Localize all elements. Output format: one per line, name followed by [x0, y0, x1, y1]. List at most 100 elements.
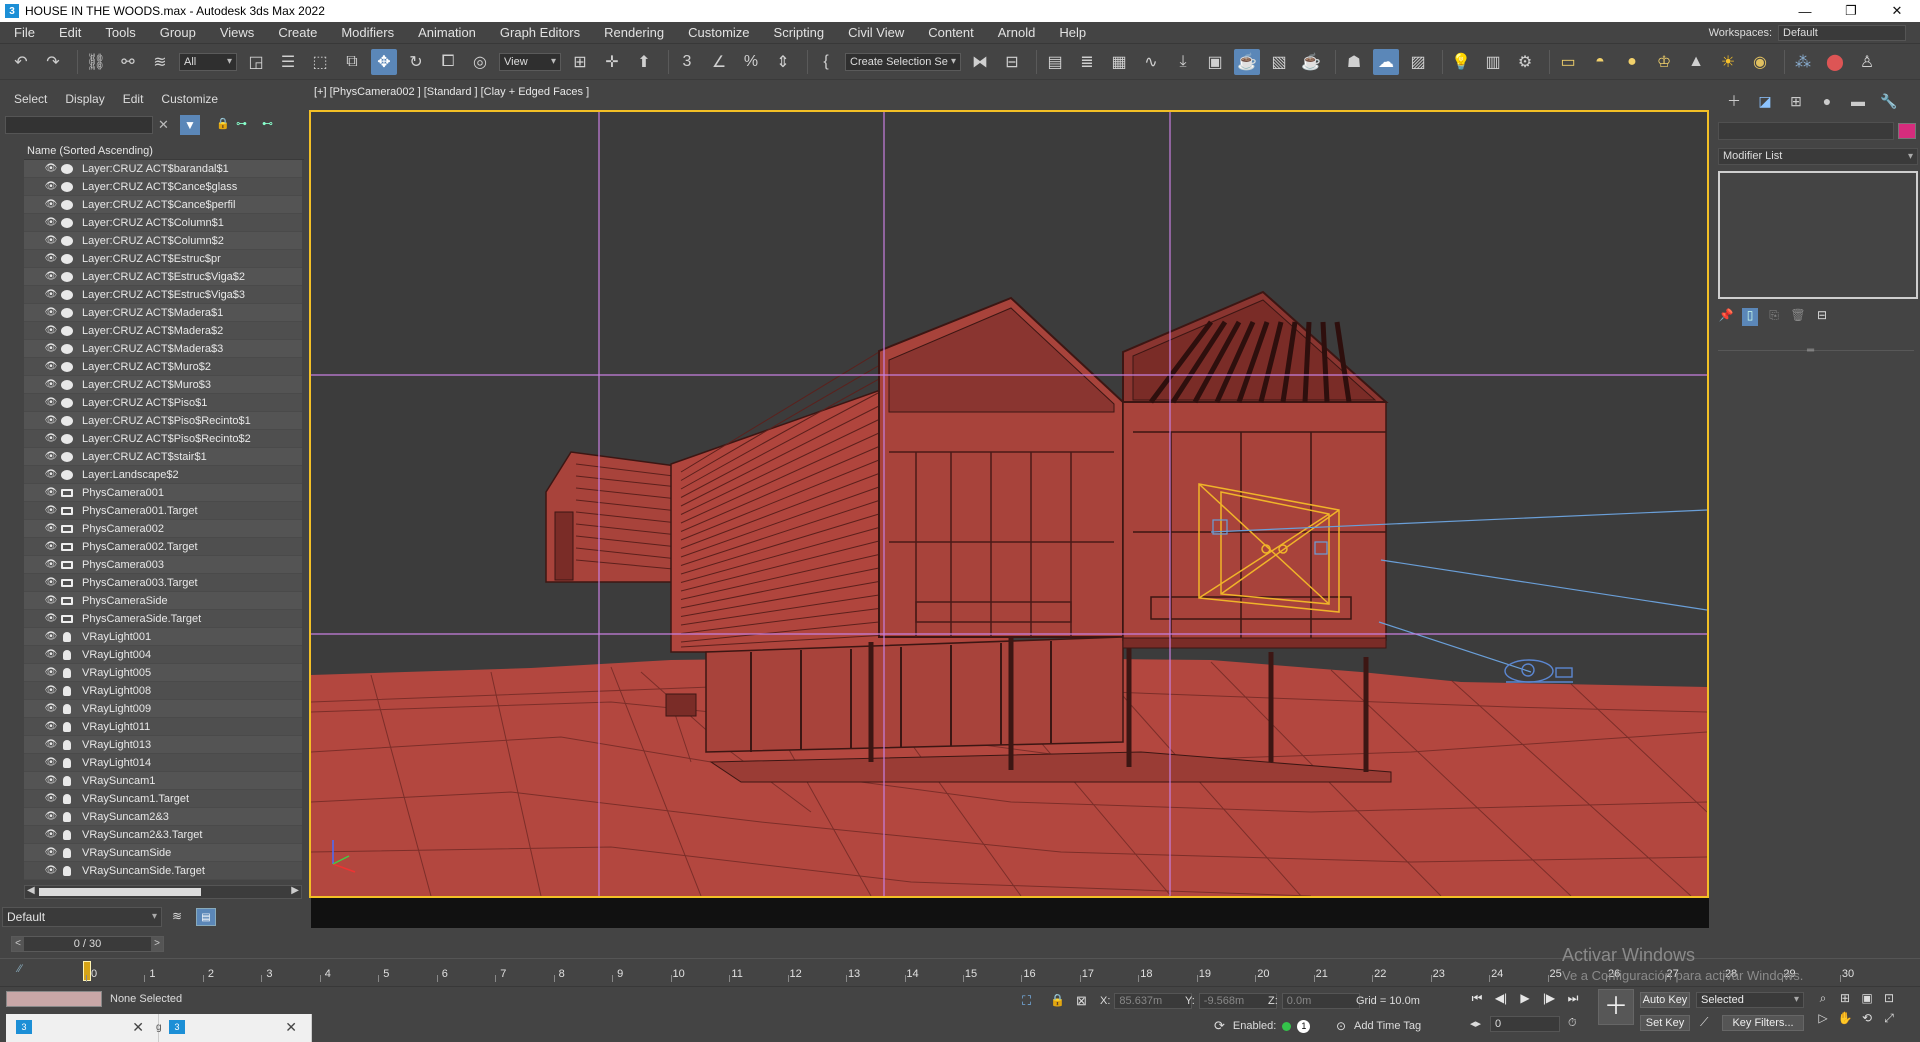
list-item[interactable]: 👁 Layer:CRUZ ACT$Cance$glass	[24, 178, 302, 196]
list-item[interactable]: 👁 VRayLight005	[24, 664, 302, 682]
scroll-right-icon[interactable]: ▶	[291, 885, 299, 896]
align-icon[interactable]: ⊟	[999, 49, 1025, 75]
menu-modifiers[interactable]: Modifiers	[329, 25, 406, 40]
scroll-left-icon[interactable]: ◀	[27, 885, 35, 896]
vray-fur-icon[interactable]: ⁂	[1790, 49, 1816, 75]
schematic-view-icon[interactable]: ⤓	[1170, 49, 1196, 75]
next-frame-icon[interactable]: |▶	[1538, 991, 1560, 1009]
remove-modifier-icon[interactable]: 🗑	[1790, 308, 1806, 326]
configure-modifier-sets-icon[interactable]: ⊟	[1814, 308, 1830, 326]
prev-frame-arrow-icon[interactable]: <	[12, 937, 24, 951]
list-item[interactable]: 👁 PhysCameraSide.Target	[24, 610, 302, 628]
list-item[interactable]: 👁 Layer:CRUZ ACT$Muro$2	[24, 358, 302, 376]
percent-snap-icon[interactable]: %	[738, 49, 764, 75]
pan-view-icon[interactable]: ✋	[1834, 1011, 1856, 1031]
visibility-eye-icon[interactable]: 👁	[44, 667, 58, 678]
pivot-center-icon[interactable]: ⊞	[567, 49, 593, 75]
menu-graph-editors[interactable]: Graph Editors	[488, 25, 592, 40]
isolate-selection-icon[interactable]: ⛶	[1022, 993, 1031, 1009]
taskbar-tab[interactable]: 3 ✕ g	[6, 1014, 162, 1042]
menu-rendering[interactable]: Rendering	[592, 25, 676, 40]
layer-explorer-icon[interactable]: ≣	[1074, 49, 1100, 75]
selection-lock-icon[interactable]: 🔒	[1050, 993, 1065, 1007]
workspaces-dropdown[interactable]: Default	[1778, 24, 1906, 41]
visibility-eye-icon[interactable]: 👁	[44, 361, 58, 372]
list-item[interactable]: 👁 VRayLight001	[24, 628, 302, 646]
previous-frame-icon[interactable]: ◀|	[1490, 991, 1512, 1009]
current-frame-input[interactable]: 0	[1490, 1016, 1560, 1032]
time-configuration-icon[interactable]: ⏱	[1568, 1017, 1577, 1030]
visibility-eye-icon[interactable]: 👁	[44, 433, 58, 444]
hierarchy-icon[interactable]: ⊶	[236, 117, 247, 130]
ribbon-toggle-icon[interactable]: ▦	[1106, 49, 1132, 75]
visibility-eye-icon[interactable]: 👁	[44, 505, 58, 516]
render-production-icon[interactable]: ☕	[1298, 49, 1324, 75]
vray-sun-icon[interactable]: ☀	[1715, 49, 1741, 75]
list-item[interactable]: 👁 VRayLight004	[24, 646, 302, 664]
link-icon[interactable]: ⛓	[83, 49, 109, 75]
scene-search-input[interactable]	[5, 116, 153, 134]
rotate-icon[interactable]: ↻	[403, 49, 429, 75]
tag-icon[interactable]: ⊙	[1336, 1019, 1346, 1033]
list-item[interactable]: 👁 Layer:CRUZ ACT$stair$1	[24, 448, 302, 466]
menu-tools[interactable]: Tools	[93, 25, 147, 40]
scene-explorer-toggle-icon[interactable]: ▤	[1042, 49, 1068, 75]
filter-toggle-icon[interactable]: ▼	[180, 115, 200, 135]
menu-animation[interactable]: Animation	[406, 25, 488, 40]
reference-coordinate-dropdown[interactable]: View	[499, 52, 561, 71]
menu-file[interactable]: File	[0, 25, 47, 40]
set-key-button[interactable]: Set Key	[1640, 1015, 1690, 1031]
select-manipulate-icon[interactable]: ✛	[599, 49, 625, 75]
list-item[interactable]: 👁 VRayLight008	[24, 682, 302, 700]
zoom-extents-all-icon[interactable]: ⊡	[1878, 991, 1900, 1011]
visibility-eye-icon[interactable]: 👁	[44, 721, 58, 732]
zoom-icon[interactable]: ⌕	[1812, 991, 1834, 1011]
visibility-eye-icon[interactable]: 👁	[44, 325, 58, 336]
render-teapot-icon[interactable]: ☗	[1341, 49, 1367, 75]
list-item[interactable]: 👁 VRaySuncamSide	[24, 844, 302, 862]
panel-grip-icon[interactable]: ═	[1807, 345, 1814, 356]
window-crossing-icon[interactable]: ⧉	[339, 49, 365, 75]
visibility-eye-icon[interactable]: 👁	[44, 685, 58, 696]
select-object-icon[interactable]: ◲	[243, 49, 269, 75]
display-tab-icon[interactable]: ▬	[1848, 93, 1868, 109]
list-item[interactable]: 👁 PhysCamera003	[24, 556, 302, 574]
menu-create[interactable]: Create	[266, 25, 329, 40]
list-item[interactable]: 👁 Layer:CRUZ ACT$Estruc$Viga$2	[24, 268, 302, 286]
list-item[interactable]: 👁 Layer:CRUZ ACT$Piso$Recinto$1	[24, 412, 302, 430]
list-item[interactable]: 👁 PhysCamera001	[24, 484, 302, 502]
vray-sphere-light-icon[interactable]: ●	[1619, 49, 1645, 75]
se-menu-display[interactable]: Display	[65, 92, 104, 106]
selection-filter-dropdown[interactable]: All	[179, 52, 237, 71]
visibility-eye-icon[interactable]: 👁	[44, 703, 58, 714]
snaps-toggle-icon[interactable]: 3	[674, 49, 700, 75]
maximize-viewport-icon[interactable]: ⤢	[1878, 1011, 1900, 1031]
bind-spacewarp-icon[interactable]: ≋	[147, 49, 173, 75]
modify-tab-icon[interactable]: ◪	[1755, 93, 1775, 110]
list-item[interactable]: 👁 VRaySuncam2&3	[24, 808, 302, 826]
auto-key-button[interactable]: Auto Key	[1640, 992, 1690, 1008]
visibility-eye-icon[interactable]: 👁	[44, 379, 58, 390]
vray-dome-light-icon[interactable]: ◓	[1587, 49, 1613, 75]
render-cloud-icon[interactable]: ☁	[1373, 48, 1399, 75]
minimize-button[interactable]: —	[1782, 0, 1828, 22]
move-icon[interactable]: ✥	[371, 48, 397, 75]
go-to-start-icon[interactable]: ⏮	[1466, 991, 1488, 1009]
vray-mesh-light-icon[interactable]: ♔	[1651, 49, 1677, 75]
visibility-eye-icon[interactable]: 👁	[44, 235, 58, 246]
visibility-eye-icon[interactable]: 👁	[44, 163, 58, 174]
render-setup-icon[interactable]: ☕	[1234, 48, 1260, 75]
utilities-tab-icon[interactable]: 🔧	[1879, 93, 1899, 110]
list-item[interactable]: 👁 PhysCamera002	[24, 520, 302, 538]
visibility-eye-icon[interactable]: 👁	[44, 253, 58, 264]
list-item[interactable]: 👁 Layer:CRUZ ACT$Piso$1	[24, 394, 302, 412]
layers-stack-icon[interactable]: ≋	[172, 909, 188, 925]
vray-settings-icon[interactable]: ⚙	[1512, 49, 1538, 75]
make-unique-icon[interactable]: ⎘	[1766, 308, 1782, 326]
list-item[interactable]: 👁 VRayLight014	[24, 754, 302, 772]
close-button[interactable]: ✕	[1874, 0, 1920, 22]
list-item[interactable]: 👁 VRayLight009	[24, 700, 302, 718]
taskbar-tab[interactable]: 3 ✕	[159, 1014, 312, 1042]
key-selection-dropdown[interactable]: Selected	[1696, 992, 1804, 1008]
redo-icon[interactable]: ↷	[40, 49, 66, 75]
